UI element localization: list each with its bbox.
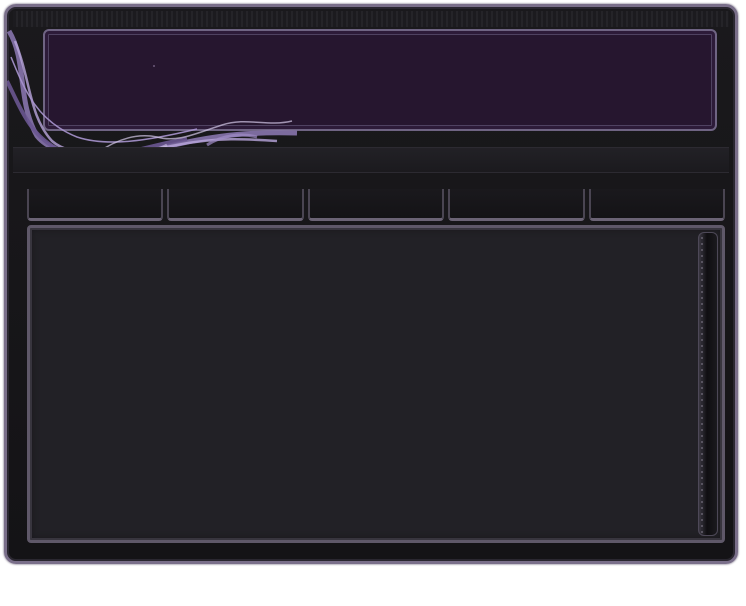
tab-3[interactable] — [307, 189, 445, 221]
scrollbar-track[interactable] — [701, 237, 703, 533]
header-divider-band — [13, 147, 729, 173]
frame-top-trim — [13, 11, 729, 27]
tab-2[interactable] — [167, 189, 304, 221]
tab-5[interactable] — [588, 189, 726, 221]
game-window-frame — [4, 4, 738, 564]
tab-bar — [27, 185, 726, 221]
header-banner — [43, 29, 717, 131]
banner-dot — [153, 65, 155, 67]
tab-4[interactable] — [448, 189, 585, 221]
content-scrollbar[interactable] — [698, 232, 718, 536]
content-panel — [27, 225, 725, 543]
tab-1[interactable] — [27, 189, 164, 221]
